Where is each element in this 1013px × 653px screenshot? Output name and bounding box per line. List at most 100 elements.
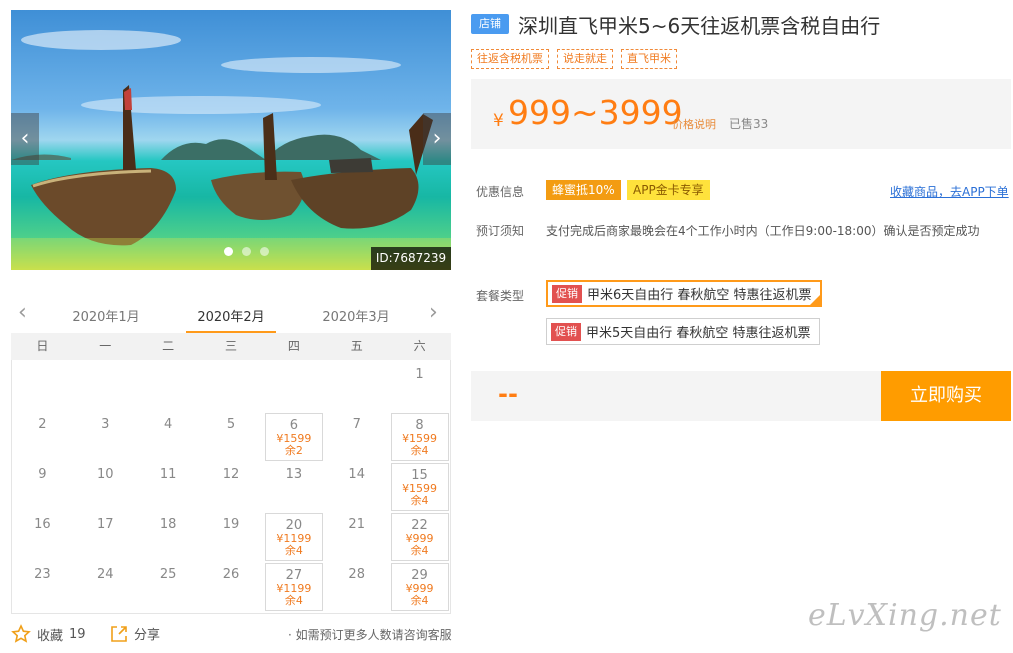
day-number: 5 xyxy=(226,417,236,432)
app-favorite-link[interactable]: 收藏商品，去APP下单 xyxy=(890,183,1009,200)
day-number: 26 xyxy=(222,567,240,582)
calendar-grid: 1 2 3 4 5 6 ¥1599 余2 7 8 ¥1599 余4 9 10 11 12 13 14 15 ¥1599… xyxy=(11,360,451,614)
total-price-placeholder: -- xyxy=(498,380,518,408)
day-number: 9 xyxy=(38,467,47,482)
favorite-button[interactable]: 收藏 19 xyxy=(11,624,86,644)
package-name: 甲米5天自由行 春秋航空 特惠往返机票 xyxy=(586,326,811,341)
weekday-label: 三 xyxy=(224,339,237,353)
day-number: 4 xyxy=(164,417,173,432)
package-type-label: 套餐类型 xyxy=(476,289,525,303)
calendar-day: 2 xyxy=(13,413,71,461)
day-number: 7 xyxy=(352,417,361,432)
product-tag: 直飞甲米 xyxy=(621,49,677,69)
favorite-label: 收藏 xyxy=(37,628,64,644)
calendar-prev-month-button[interactable]: ‹ xyxy=(18,300,27,325)
calendar-day: 25 xyxy=(139,563,197,611)
offers-label: 优惠信息 xyxy=(476,185,525,199)
day-number: 20 xyxy=(285,518,303,533)
product-tag: 往返含税机票 xyxy=(471,49,549,69)
calendar-day: 9 xyxy=(13,463,71,511)
product-page: ‹ › ID:7687239 ‹ 2020年1月 2020年2月 2020年3月… xyxy=(0,0,1013,653)
day-number: 25 xyxy=(159,567,177,582)
calendar-day: 5 xyxy=(202,413,260,461)
promo-badge-app-gold: APP金卡专享 xyxy=(627,180,710,200)
day-number: 13 xyxy=(285,467,303,482)
booking-notice-label: 预订须知 xyxy=(476,224,525,238)
product-tags: 往返含税机票 说走就走 直飞甲米 xyxy=(471,49,677,69)
calendar-day: 26 xyxy=(202,563,260,611)
booking-hint: · 如需预订更多人数请咨询客服 xyxy=(288,628,452,642)
carousel-prev-button[interactable]: ‹ xyxy=(11,113,39,165)
calendar-day-available[interactable]: 15 ¥1599 余4 xyxy=(390,463,449,511)
day-stock: 余2 xyxy=(284,444,303,457)
product-title: 深圳直飞甲米5~6天往返机票含税自由行 xyxy=(518,14,881,38)
weekday-label: 二 xyxy=(162,339,175,353)
product-photo[interactable] xyxy=(11,10,451,270)
weekday-label: 六 xyxy=(413,339,426,353)
calendar-day: 23 xyxy=(13,563,71,611)
weekday-label: 五 xyxy=(350,339,363,353)
day-number: 27 xyxy=(285,568,303,583)
share-button[interactable]: 分享 xyxy=(110,624,160,643)
day-stock: 余4 xyxy=(284,594,303,607)
calendar-month-tab[interactable]: 2020年1月 xyxy=(61,306,151,325)
carousel-dot[interactable] xyxy=(224,247,233,256)
day-number: 16 xyxy=(34,517,51,532)
calendar-day: 7 xyxy=(328,413,386,461)
calendar-weekday-header: 日一二三四五六 xyxy=(11,333,451,360)
package-option[interactable]: 促销 甲米5天自由行 春秋航空 特惠往返机票 xyxy=(546,318,820,345)
calendar-day-available[interactable]: 29 ¥999 余4 xyxy=(390,563,449,611)
day-number: 23 xyxy=(34,567,51,582)
calendar-day: 18 xyxy=(139,513,197,561)
store-badge: 店铺 xyxy=(471,14,509,34)
buy-now-button[interactable]: 立即购买 xyxy=(881,371,1011,421)
calendar-day: 11 xyxy=(139,463,197,511)
boats-illustration xyxy=(11,30,451,270)
weekday-label: 一 xyxy=(99,339,112,353)
calendar-day-available[interactable]: 22 ¥999 余4 xyxy=(390,513,449,561)
price-explain-link[interactable]: 价格说明 xyxy=(672,116,716,132)
day-stock: 余4 xyxy=(284,544,303,557)
day-number: 19 xyxy=(222,517,240,532)
product-tag: 说走就走 xyxy=(557,49,613,69)
calendar-day-available[interactable]: 20 ¥1199 余4 xyxy=(264,513,323,561)
price-panel: ¥ 999~3999 价格说明 已售33 xyxy=(471,79,1011,149)
price-range: 999~3999 xyxy=(508,93,683,132)
package-option-selected[interactable]: 促销 甲米6天自由行 春秋航空 特惠往返机票 xyxy=(546,280,822,307)
calendar-day: 28 xyxy=(328,563,386,611)
calendar-day: 13 xyxy=(265,463,323,511)
calendar-day-available[interactable]: 6 ¥1599 余2 xyxy=(264,413,323,461)
calendar-month-tab[interactable]: 2020年3月 xyxy=(311,306,401,325)
weekday-label: 四 xyxy=(287,339,300,353)
day-stock: 余4 xyxy=(410,494,429,507)
package-name: 甲米6天自由行 春秋航空 特惠往返机票 xyxy=(587,288,812,303)
day-number: 17 xyxy=(97,517,114,532)
price-currency: ¥ xyxy=(493,111,504,131)
calendar-day: 24 xyxy=(76,563,134,611)
share-icon xyxy=(111,625,127,642)
day-number: 12 xyxy=(222,467,240,482)
day-number: 1 xyxy=(415,367,424,382)
promo-tag: 促销 xyxy=(551,322,581,341)
day-number: 3 xyxy=(101,417,110,432)
calendar-day-available[interactable]: 8 ¥1599 余4 xyxy=(390,413,449,461)
weekday-label: 日 xyxy=(36,339,49,353)
day-number: 8 xyxy=(415,418,424,433)
day-number: 22 xyxy=(411,518,428,533)
calendar-day: 17 xyxy=(76,513,134,561)
calendar-day-available[interactable]: 27 ¥1199 余4 xyxy=(264,563,323,611)
carousel-dot[interactable] xyxy=(260,247,269,256)
calendar-day: 14 xyxy=(328,463,386,511)
favorite-count: 19 xyxy=(69,626,86,642)
calendar-month-nav: ‹ 2020年1月 2020年2月 2020年3月 › xyxy=(11,296,451,334)
day-number: 11 xyxy=(159,467,177,482)
promo-badge-honey: 蜂蜜抵10% xyxy=(546,180,621,200)
calendar-day: 12 xyxy=(202,463,260,511)
promo-tag: 促销 xyxy=(552,284,582,303)
calendar-next-month-button[interactable]: › xyxy=(429,300,438,325)
calendar-month-tab-active[interactable]: 2020年2月 xyxy=(186,306,276,325)
selected-check-icon xyxy=(808,294,821,306)
carousel-next-button[interactable]: › xyxy=(423,113,451,165)
carousel-dot[interactable] xyxy=(242,247,251,256)
sold-count: 已售33 xyxy=(729,117,769,131)
